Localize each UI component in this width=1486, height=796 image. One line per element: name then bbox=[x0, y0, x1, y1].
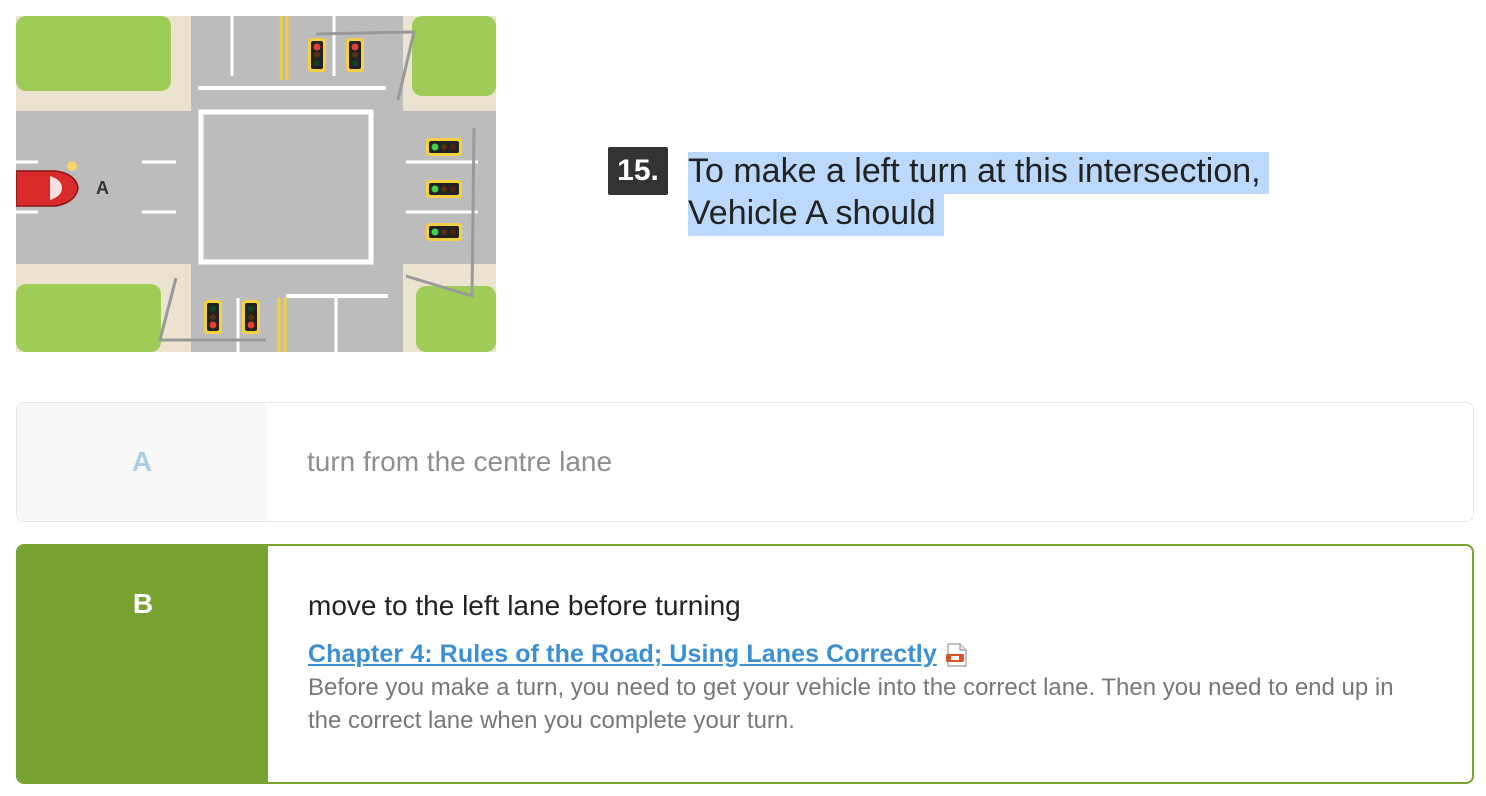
traffic-light-bottom-1 bbox=[204, 300, 222, 334]
grass-bottom-left bbox=[16, 284, 161, 352]
grass-top-left bbox=[16, 16, 171, 91]
answer-option-a[interactable]: A turn from the centre lane bbox=[16, 402, 1474, 522]
traffic-light-right-1 bbox=[426, 138, 462, 156]
vehicle-label: A bbox=[96, 178, 109, 198]
question-number: 15. bbox=[608, 147, 668, 195]
option-text: turn from the centre lane bbox=[307, 446, 613, 477]
pdf-icon[interactable] bbox=[943, 641, 971, 669]
question: 15. To make a left turn at this intersec… bbox=[608, 147, 1308, 236]
option-letter: A bbox=[17, 403, 267, 521]
traffic-light-top-1 bbox=[308, 38, 326, 72]
traffic-light-top-2 bbox=[346, 38, 364, 72]
chapter-link[interactable]: Chapter 4: Rules of the Road; Using Lane… bbox=[308, 640, 937, 669]
question-text-highlight: To make a left turn at this intersection… bbox=[688, 152, 1269, 236]
option-content: move to the left lane before turning Cha… bbox=[268, 546, 1472, 782]
option-text: move to the left lane before turning bbox=[308, 590, 741, 621]
traffic-light-right-3 bbox=[426, 223, 462, 241]
question-text: To make a left turn at this intersection… bbox=[688, 150, 1308, 236]
intersection-illustration: A bbox=[16, 16, 496, 352]
option-letter: B bbox=[18, 546, 268, 782]
grass-bottom-right bbox=[416, 286, 496, 352]
traffic-light-right-2 bbox=[426, 180, 462, 198]
grass-top-right bbox=[412, 16, 496, 96]
traffic-light-bottom-2 bbox=[242, 300, 260, 334]
answer-option-b[interactable]: B move to the left lane before turning C… bbox=[16, 544, 1474, 784]
reference-row: Chapter 4: Rules of the Road; Using Lane… bbox=[308, 640, 1472, 669]
explanation-text: Before you make a turn, you need to get … bbox=[308, 674, 1394, 734]
